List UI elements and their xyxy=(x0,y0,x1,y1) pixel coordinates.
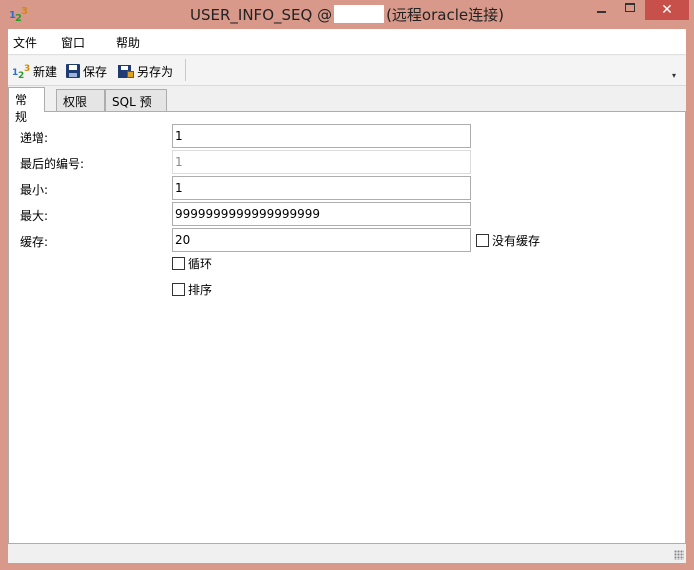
order-checkbox-label: 排序 xyxy=(188,283,213,297)
window-title-prefix: USER_INFO_SEQ @ xyxy=(190,6,333,24)
minimize-button[interactable] xyxy=(588,0,616,20)
resize-grip-icon[interactable] xyxy=(674,550,684,560)
cycle-checkbox[interactable]: 循环 xyxy=(172,255,212,272)
cycle-checkbox-box[interactable] xyxy=(172,257,185,270)
menu-window[interactable]: 窗口 xyxy=(61,34,85,51)
cache-label: 缓存: xyxy=(20,235,49,249)
save-button[interactable]: 保存 xyxy=(66,62,107,80)
tab-sql-preview[interactable]: SQL 预览 xyxy=(105,89,167,126)
save-as-icon xyxy=(118,64,134,79)
tab-general[interactable]: 常规 xyxy=(8,87,45,124)
new-sequence-icon: 1 2 3 xyxy=(12,63,31,81)
save-button-label: 保存 xyxy=(83,64,108,79)
tab-privileges-label: 权限 xyxy=(63,95,88,109)
save-icon xyxy=(66,64,80,78)
title-bar[interactable]: 1 2 3 USER_INFO_SEQ @ (远程oracle连接) ✕ xyxy=(0,0,694,29)
menu-help[interactable]: 帮助 xyxy=(116,34,140,51)
close-button[interactable]: ✕ xyxy=(645,0,689,20)
close-icon: ✕ xyxy=(661,2,673,18)
toolbar-separator xyxy=(185,59,186,81)
last-number-label: 最后的编号: xyxy=(20,157,85,171)
tab-general-label: 常规 xyxy=(15,93,28,124)
window-title-suffix: (远程oracle连接) xyxy=(386,6,504,24)
redacted-connection-name xyxy=(334,5,385,23)
no-cache-checkbox-box[interactable] xyxy=(476,234,489,247)
cycle-checkbox-label: 循环 xyxy=(188,257,213,271)
toolbar: 1 2 3 新建 保存 另存为 ▾ xyxy=(8,56,686,86)
minimize-icon xyxy=(597,11,606,13)
menu-bar: 文件 窗口 帮助 xyxy=(8,29,686,55)
new-button-label: 新建 xyxy=(33,64,58,79)
save-as-button[interactable]: 另存为 xyxy=(118,62,173,80)
status-bar xyxy=(8,545,686,563)
order-checkbox[interactable]: 排序 xyxy=(172,281,212,298)
cache-input[interactable]: 20 xyxy=(172,228,471,252)
tab-strip: 常规 权限 SQL 预览 xyxy=(8,87,686,126)
increment-input[interactable]: 1 xyxy=(172,124,471,148)
save-as-button-label: 另存为 xyxy=(137,64,174,79)
max-label: 最大: xyxy=(20,209,49,223)
window-client-area: 文件 窗口 帮助 1 2 3 新建 保存 另存为 ▾ 常规 权限 SQL 预 递… xyxy=(8,29,686,563)
general-tab-panel: 递增: 1 最后的编号: 1 最小: 1 最大: 999999999999999… xyxy=(8,111,686,544)
maximize-icon xyxy=(625,3,635,12)
min-value-input[interactable]: 1 xyxy=(172,176,471,200)
last-number-input: 1 xyxy=(172,150,471,174)
menu-file[interactable]: 文件 xyxy=(13,34,37,51)
new-button[interactable]: 1 2 3 新建 xyxy=(12,62,58,81)
new-icon-digit-3: 3 xyxy=(24,64,31,74)
max-value-input[interactable]: 9999999999999999999 xyxy=(172,202,471,226)
order-checkbox-box[interactable] xyxy=(172,283,185,296)
no-cache-checkbox[interactable]: 没有缓存 xyxy=(476,232,540,249)
toolbar-overflow-icon[interactable]: ▾ xyxy=(672,71,676,80)
tab-privileges[interactable]: 权限 xyxy=(56,89,105,111)
maximize-button[interactable] xyxy=(616,0,644,20)
increment-label: 递增: xyxy=(20,131,49,145)
min-label: 最小: xyxy=(20,183,49,197)
no-cache-checkbox-label: 没有缓存 xyxy=(492,234,541,248)
